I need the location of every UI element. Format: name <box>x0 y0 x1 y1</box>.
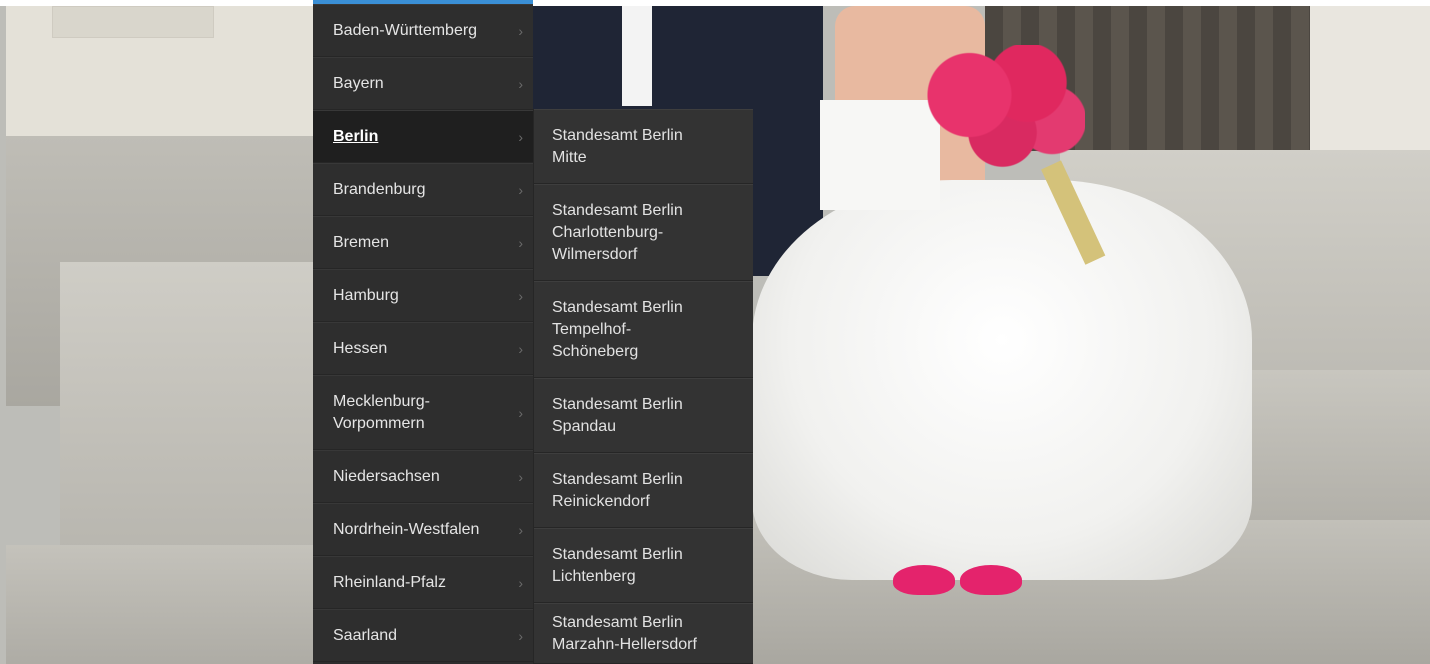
pink-shoe <box>960 565 1022 595</box>
menu-item-hessen[interactable]: Hessen › <box>313 322 533 375</box>
submenu-item-reinickendorf[interactable]: Standesamt Berlin Reinickendorf <box>534 453 753 528</box>
menu-item-label: Mecklenburg-Vorpommern <box>333 392 430 432</box>
submenu-item-lichtenberg[interactable]: Standesamt Berlin Lichtenberg <box>534 528 753 603</box>
chevron-right-icon: › <box>518 128 523 145</box>
wedding-dress <box>752 180 1252 580</box>
submenu-item-spandau[interactable]: Standesamt Berlin Spandau <box>534 378 753 453</box>
menu-item-mecklenburg-vorpommern[interactable]: Mecklenburg-Vorpommern › <box>313 375 533 450</box>
state-dropdown-menu: Baden-Württemberg › Bayern › Berlin › Br… <box>313 4 533 664</box>
groom-shirt <box>622 6 652 106</box>
menu-item-label: Bremen <box>333 233 390 251</box>
submenu-item-tempelhof-schoeneberg[interactable]: Standesamt Berlin Tempelhof-Schöneberg <box>534 281 753 378</box>
menu-item-label: Saarland <box>333 626 398 644</box>
chevron-right-icon: › <box>518 287 523 304</box>
menu-item-label: Hamburg <box>333 286 399 304</box>
chevron-right-icon: › <box>518 22 523 39</box>
menu-item-label: Bayern <box>333 74 384 92</box>
chevron-right-icon: › <box>518 574 523 591</box>
chevron-right-icon: › <box>518 75 523 92</box>
menu-item-brandenburg[interactable]: Brandenburg › <box>313 163 533 216</box>
menu-item-label: Nordrhein-Westfalen <box>333 520 480 538</box>
submenu-item-label: Standesamt Berlin Tempelhof-Schöneberg <box>552 298 683 360</box>
pink-shoe <box>893 565 955 595</box>
submenu-item-charlottenburg-wilmersdorf[interactable]: Standesamt Berlin Charlottenburg-Wilmers… <box>534 184 753 281</box>
submenu-item-label: Standesamt Berlin Marzahn-Hellersdorf <box>552 613 697 653</box>
menu-item-baden-wuerttemberg[interactable]: Baden-Württemberg › <box>313 4 533 57</box>
menu-item-berlin[interactable]: Berlin › <box>313 110 533 163</box>
menu-item-rheinland-pfalz[interactable]: Rheinland-Pfalz › <box>313 556 533 609</box>
chevron-right-icon: › <box>518 181 523 198</box>
menu-item-label: Rheinland-Pfalz <box>333 573 446 591</box>
stone-step <box>60 262 340 552</box>
chevron-right-icon: › <box>518 521 523 538</box>
menu-item-label: Hessen <box>333 339 388 357</box>
wall-panel <box>52 6 214 38</box>
menu-item-hamburg[interactable]: Hamburg › <box>313 269 533 322</box>
submenu-item-label: Standesamt Berlin Reinickendorf <box>552 470 683 510</box>
menu-item-label: Berlin <box>333 127 379 145</box>
menu-item-nordrhein-westfalen[interactable]: Nordrhein-Westfalen › <box>313 503 533 556</box>
stone-step <box>6 545 336 664</box>
submenu-item-label: Standesamt Berlin Mitte <box>552 126 683 166</box>
chevron-right-icon: › <box>518 234 523 251</box>
submenu-item-marzahn-hellersdorf[interactable]: Standesamt Berlin Marzahn-Hellersdorf <box>534 603 753 664</box>
chevron-right-icon: › <box>518 627 523 644</box>
submenu-item-mitte[interactable]: Standesamt Berlin Mitte <box>534 109 753 184</box>
submenu-item-label: Standesamt Berlin Spandau <box>552 395 683 435</box>
submenu-item-label: Standesamt Berlin Charlottenburg-Wilmers… <box>552 201 683 263</box>
menu-item-label: Baden-Württemberg <box>333 21 478 39</box>
menu-item-niedersachsen[interactable]: Niedersachsen › <box>313 450 533 503</box>
top-bar <box>0 0 1430 6</box>
menu-item-label: Brandenburg <box>333 180 426 198</box>
menu-item-label: Niedersachsen <box>333 467 440 485</box>
menu-item-bayern[interactable]: Bayern › <box>313 57 533 110</box>
flower-bouquet <box>920 45 1085 170</box>
menu-item-saarland[interactable]: Saarland › <box>313 609 533 662</box>
berlin-submenu: Standesamt Berlin Mitte Standesamt Berli… <box>533 109 753 664</box>
chevron-right-icon: › <box>518 468 523 485</box>
submenu-item-label: Standesamt Berlin Lichtenberg <box>552 545 683 585</box>
stone-column <box>1310 6 1430 156</box>
menu-item-bremen[interactable]: Bremen › <box>313 216 533 269</box>
chevron-right-icon: › <box>518 404 523 421</box>
chevron-right-icon: › <box>518 340 523 357</box>
